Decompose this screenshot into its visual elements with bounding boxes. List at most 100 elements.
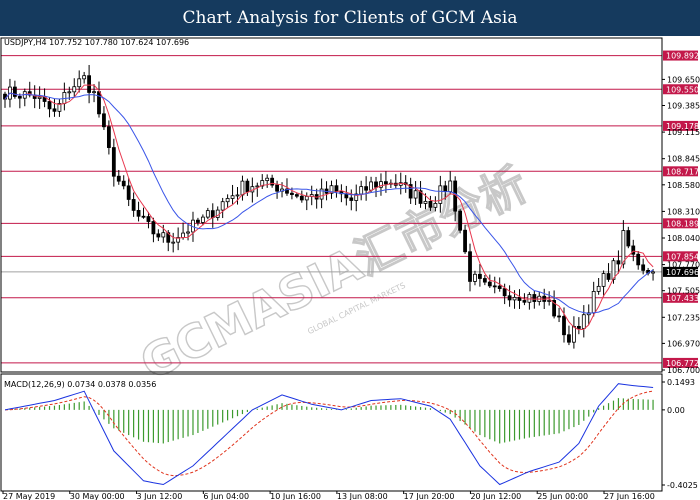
candle-body bbox=[641, 264, 646, 271]
candle-body bbox=[17, 96, 22, 99]
price-tick-label: 107.505 bbox=[667, 287, 700, 296]
candle-body bbox=[255, 185, 260, 188]
macd-main-line bbox=[4, 383, 654, 486]
candle-body bbox=[290, 192, 294, 195]
candle-body bbox=[196, 219, 200, 223]
candle-body bbox=[369, 181, 373, 191]
candle-body bbox=[126, 185, 131, 200]
candle-body bbox=[52, 108, 57, 112]
candle-body bbox=[265, 177, 270, 181]
candle-body bbox=[631, 245, 636, 255]
candle-body bbox=[616, 260, 621, 265]
candle-body bbox=[626, 230, 631, 247]
candle-body bbox=[507, 295, 512, 301]
candle-body bbox=[116, 175, 121, 182]
candle-body bbox=[275, 184, 279, 192]
candle-body bbox=[576, 325, 581, 329]
time-tick-label: 27 May 2019 bbox=[3, 492, 55, 500]
macd-tick-label: 0.00 bbox=[667, 406, 685, 415]
candle-body bbox=[606, 273, 611, 280]
candle-body bbox=[364, 186, 369, 191]
candle-body bbox=[562, 316, 566, 336]
candle-body bbox=[37, 96, 42, 99]
candle-body bbox=[156, 233, 161, 238]
candle-body bbox=[146, 216, 151, 222]
level-label: 109.892 bbox=[666, 52, 699, 61]
candle-body bbox=[205, 210, 210, 218]
candle-body bbox=[413, 190, 418, 199]
level-lines: 109.892109.550109.178108.717108.189107.8… bbox=[1, 50, 699, 368]
level-label: 108.717 bbox=[666, 167, 699, 176]
candle-body bbox=[92, 91, 96, 94]
candle-body bbox=[12, 86, 17, 97]
candle-body bbox=[235, 194, 240, 197]
candle-body bbox=[458, 210, 463, 231]
price-tick-label: 109.385 bbox=[667, 102, 700, 111]
candle-body bbox=[517, 296, 522, 301]
chart-title-banner: Chart Analysis for Clients of GCM Asia bbox=[0, 0, 700, 36]
price-tick-label: 109.115 bbox=[667, 128, 700, 137]
candle-body bbox=[141, 215, 146, 218]
candle-body bbox=[47, 101, 52, 110]
candle-body bbox=[200, 216, 205, 223]
macd-label: MACD(12,26,9) 0.0734 0.0378 0.0356 bbox=[4, 380, 156, 389]
price-tick-label: 106.700 bbox=[667, 366, 700, 375]
time-tick-label: 27 Jun 16:00 bbox=[604, 492, 655, 500]
candle-body bbox=[334, 185, 339, 192]
time-tick-label: 10 Jun 16:00 bbox=[270, 492, 321, 500]
price-tick-label: 109.650 bbox=[667, 75, 700, 84]
candle-body bbox=[532, 294, 537, 302]
level-label: 108.189 bbox=[666, 219, 699, 228]
candle-body bbox=[111, 147, 116, 177]
level-label: 109.550 bbox=[666, 85, 699, 94]
candle-body bbox=[463, 229, 467, 253]
candle-body bbox=[557, 315, 561, 318]
candle-body bbox=[636, 253, 641, 266]
price-tick-label: 106.970 bbox=[667, 339, 700, 348]
candle-body bbox=[82, 75, 87, 80]
candle-body bbox=[245, 180, 250, 193]
candle-body bbox=[473, 273, 477, 282]
candle-body bbox=[601, 273, 606, 287]
candle-body bbox=[151, 221, 156, 235]
candle-body bbox=[97, 91, 101, 115]
candle-body bbox=[478, 273, 482, 279]
symbol-info: USDJPY,H4 107.752 107.780 107.624 107.69… bbox=[4, 38, 189, 47]
candle-body bbox=[186, 231, 190, 234]
candle-body bbox=[443, 185, 448, 193]
candle-body bbox=[433, 203, 438, 208]
candle-body bbox=[87, 75, 91, 93]
candle-body bbox=[522, 300, 527, 303]
candle-body bbox=[448, 180, 453, 193]
candle-body bbox=[106, 126, 111, 148]
price-tick-label: 108.580 bbox=[667, 181, 700, 190]
candle-body bbox=[230, 195, 235, 199]
time-tick-label: 30 May 00:00 bbox=[70, 492, 125, 500]
candle-body bbox=[240, 180, 245, 196]
candle-body bbox=[581, 314, 586, 329]
time-tick-label: 25 Jun 00:00 bbox=[537, 492, 588, 500]
candle-body bbox=[502, 288, 507, 297]
candle-body bbox=[304, 196, 309, 201]
macd-panel bbox=[4, 383, 654, 486]
candle-body bbox=[299, 195, 304, 201]
candle-body bbox=[77, 78, 82, 88]
candle-body bbox=[384, 181, 388, 185]
candle-body bbox=[591, 291, 596, 314]
candle-body bbox=[497, 285, 502, 289]
candle-body bbox=[161, 232, 166, 238]
time-tick-label: 13 Jun 08:00 bbox=[337, 492, 388, 500]
candle-body bbox=[596, 285, 601, 292]
price-chart: GCMASIA汇市分析 GLOBAL CAPITAL MARKETS 109.8… bbox=[0, 37, 700, 500]
candle-body bbox=[487, 281, 492, 287]
candle-body bbox=[72, 86, 77, 93]
price-tick-label: 108.845 bbox=[667, 155, 700, 164]
candle-body bbox=[482, 278, 487, 283]
candle-body bbox=[294, 194, 299, 197]
candle-body bbox=[121, 180, 126, 187]
candle-body bbox=[423, 200, 428, 204]
candle-body bbox=[131, 199, 136, 211]
candle-body bbox=[512, 296, 517, 301]
macd-tick-label: 0.1493 bbox=[667, 378, 695, 387]
candle-body bbox=[492, 285, 497, 288]
